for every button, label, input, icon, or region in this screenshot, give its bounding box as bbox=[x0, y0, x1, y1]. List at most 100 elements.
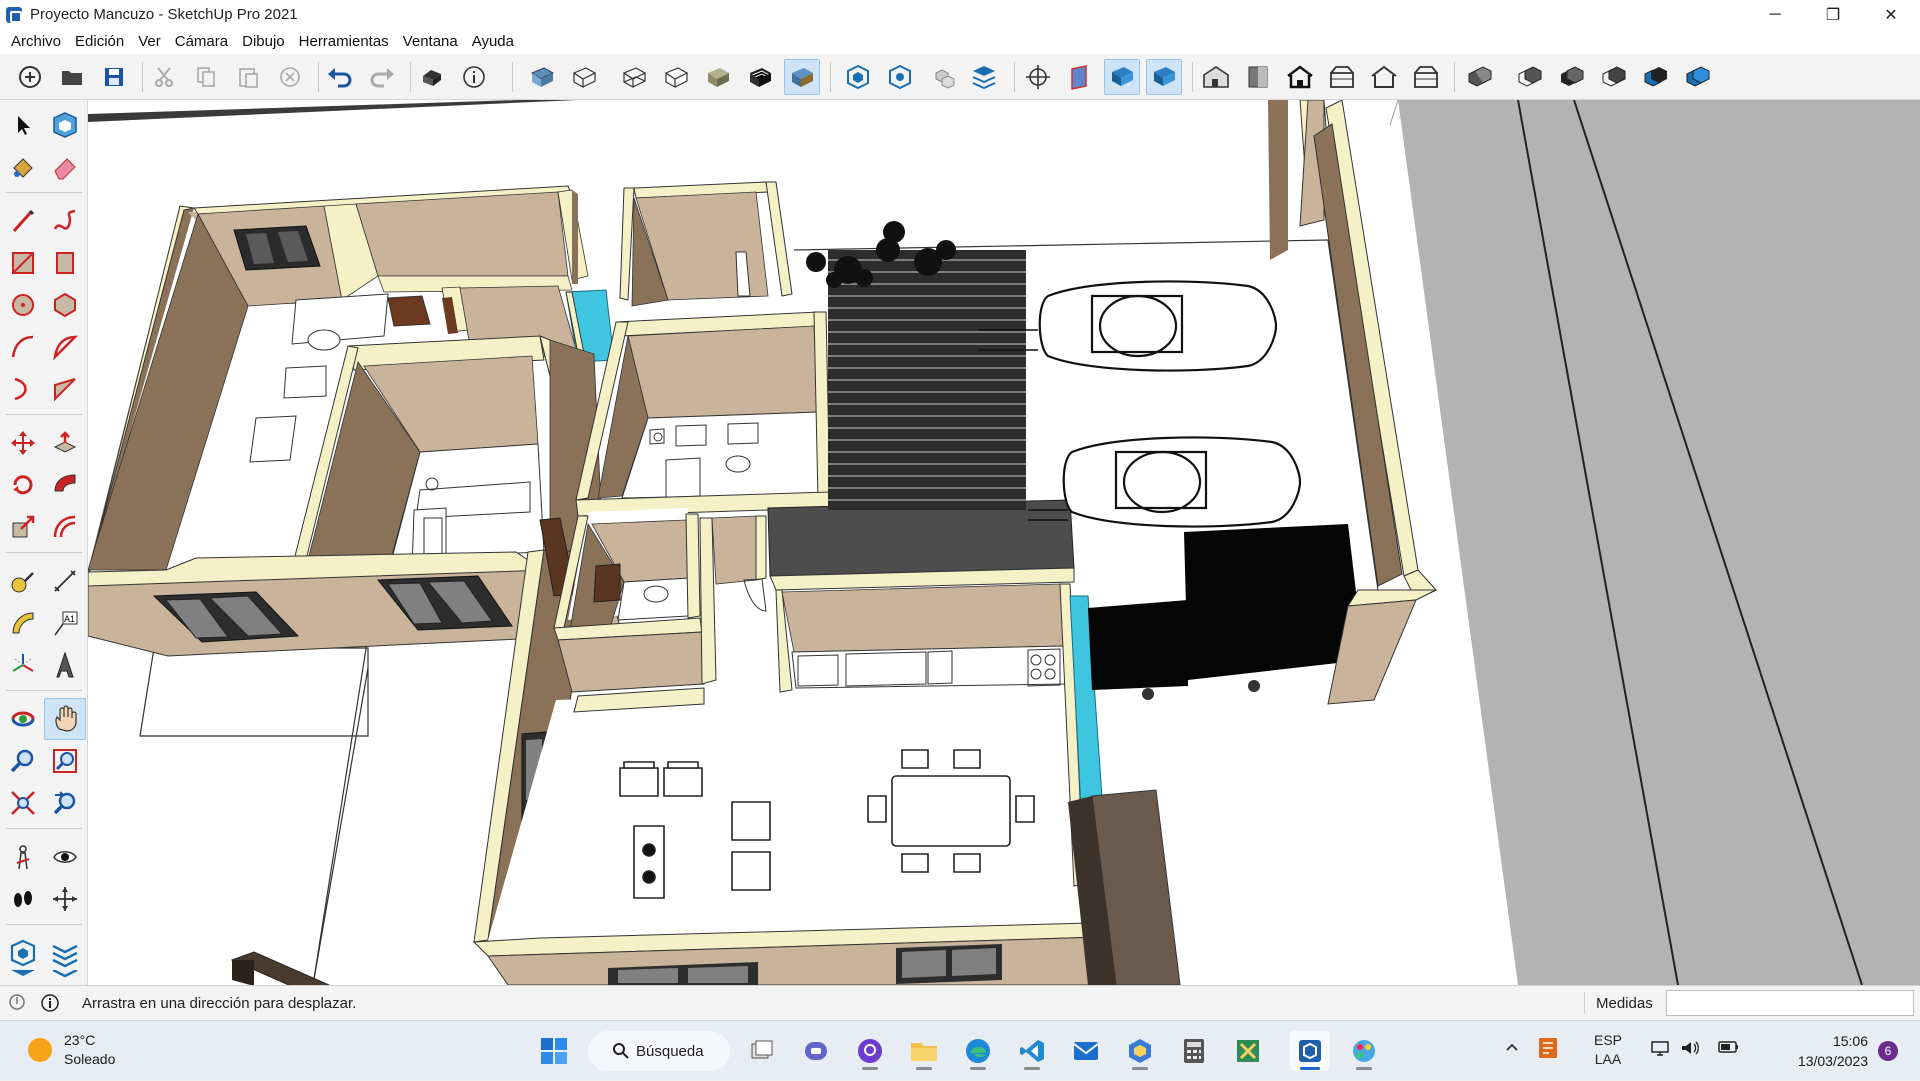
model-info-icon[interactable] bbox=[456, 59, 492, 95]
print-icon[interactable] bbox=[414, 59, 450, 95]
shaded-icon[interactable] bbox=[700, 59, 736, 95]
wireframe-icon[interactable] bbox=[616, 59, 652, 95]
back-view-icon[interactable] bbox=[1366, 59, 1402, 95]
section-cuts-icon[interactable] bbox=[1146, 59, 1182, 95]
language-indicator[interactable]: ESP LAA bbox=[1594, 1031, 1622, 1069]
geo-location-icon[interactable] bbox=[8, 993, 26, 1017]
vscode-icon[interactable] bbox=[1012, 1031, 1052, 1071]
paste-icon[interactable] bbox=[230, 59, 266, 95]
cut-icon[interactable] bbox=[146, 59, 182, 95]
zoom-extents-icon[interactable] bbox=[4, 784, 42, 822]
circle-icon[interactable] bbox=[4, 286, 42, 324]
pan-icon[interactable] bbox=[44, 698, 86, 740]
file-explorer-icon[interactable] bbox=[904, 1031, 944, 1071]
union-icon[interactable] bbox=[1462, 59, 1498, 95]
calculator-icon[interactable] bbox=[1174, 1031, 1214, 1071]
eraser-icon[interactable] bbox=[46, 148, 84, 186]
menu-ayuda[interactable]: Ayuda bbox=[465, 33, 521, 50]
3d-text-icon[interactable] bbox=[46, 646, 84, 684]
arc-icon[interactable] bbox=[4, 328, 42, 366]
position-camera-icon[interactable] bbox=[4, 838, 42, 876]
pie-icon[interactable] bbox=[46, 328, 84, 366]
snipping-tool-icon[interactable] bbox=[1228, 1031, 1268, 1071]
select-icon[interactable] bbox=[4, 106, 42, 144]
xray-icon[interactable] bbox=[524, 59, 560, 95]
start-button[interactable] bbox=[534, 1031, 574, 1071]
model-viewport[interactable] bbox=[88, 100, 1920, 985]
zoom-icon[interactable] bbox=[4, 742, 42, 780]
zoom-window-icon[interactable] bbox=[46, 742, 84, 780]
move-icon[interactable] bbox=[4, 424, 42, 462]
menu-archivo[interactable]: Archivo bbox=[4, 33, 68, 50]
line-icon[interactable] bbox=[4, 202, 42, 240]
axes-tool-icon[interactable] bbox=[4, 646, 42, 684]
make-component-icon[interactable] bbox=[46, 106, 84, 144]
clock[interactable]: 15:06 13/03/2023 bbox=[1798, 1031, 1868, 1071]
notification-badge[interactable]: 6 bbox=[1878, 1041, 1898, 1061]
section-display-icon[interactable] bbox=[1104, 59, 1140, 95]
section-tool-icon[interactable] bbox=[46, 880, 84, 918]
maximize-button[interactable]: ❐ bbox=[1804, 0, 1862, 29]
task-view-icon[interactable] bbox=[742, 1031, 782, 1071]
orbit-icon[interactable] bbox=[4, 700, 42, 738]
github-icon[interactable] bbox=[850, 1031, 890, 1071]
text-icon[interactable]: A1 bbox=[46, 604, 84, 642]
office-tray-icon[interactable] bbox=[1538, 1037, 1558, 1062]
chevron-up-icon[interactable] bbox=[1504, 1039, 1520, 1058]
freehand-icon[interactable] bbox=[46, 202, 84, 240]
volume-icon[interactable] bbox=[1680, 1039, 1700, 1060]
subtract-icon[interactable] bbox=[1554, 59, 1590, 95]
scale-icon[interactable] bbox=[4, 508, 42, 546]
save-icon[interactable] bbox=[96, 59, 132, 95]
paint-icon[interactable] bbox=[1344, 1031, 1384, 1071]
previous-view-icon[interactable] bbox=[46, 784, 84, 822]
minimize-button[interactable]: ─ bbox=[1746, 0, 1804, 29]
solid-tools-icon[interactable] bbox=[4, 934, 42, 972]
menu-camara[interactable]: Cámara bbox=[168, 33, 235, 50]
look-around-icon[interactable] bbox=[46, 838, 84, 876]
mail-icon[interactable] bbox=[1066, 1031, 1106, 1071]
left-view-icon[interactable] bbox=[1408, 59, 1444, 95]
close-button[interactable]: ✕ bbox=[1862, 0, 1920, 29]
front-view-icon[interactable] bbox=[1282, 59, 1318, 95]
walk-icon[interactable] bbox=[4, 880, 42, 918]
top-view-icon[interactable] bbox=[1240, 59, 1276, 95]
axes-icon[interactable] bbox=[1020, 59, 1056, 95]
tape-measure-icon[interactable] bbox=[4, 562, 42, 600]
battery-icon[interactable] bbox=[1718, 1039, 1740, 1058]
menu-ver[interactable]: Ver bbox=[131, 33, 168, 50]
redo-icon[interactable] bbox=[364, 59, 400, 95]
rotated-rectangle-icon[interactable] bbox=[46, 244, 84, 282]
taskbar-search[interactable]: Búsqueda bbox=[588, 1031, 730, 1071]
protractor-icon[interactable] bbox=[4, 604, 42, 642]
component-options-icon[interactable] bbox=[882, 59, 918, 95]
menu-herramientas[interactable]: Herramientas bbox=[292, 33, 396, 50]
polygon-icon[interactable] bbox=[46, 286, 84, 324]
measurements-input[interactable] bbox=[1666, 990, 1914, 1016]
intersect-icon[interactable] bbox=[1512, 59, 1548, 95]
menu-ventana[interactable]: Ventana bbox=[396, 33, 465, 50]
hidden-line-icon[interactable] bbox=[658, 59, 694, 95]
paint-bucket-icon[interactable] bbox=[4, 148, 42, 186]
solid-tools-3-icon[interactable] bbox=[4, 970, 42, 984]
copy-icon[interactable] bbox=[188, 59, 224, 95]
back-edges-icon[interactable] bbox=[566, 59, 602, 95]
component-icon[interactable] bbox=[840, 59, 876, 95]
follow-me-icon[interactable] bbox=[46, 466, 84, 504]
offset-icon[interactable] bbox=[46, 508, 84, 546]
section-plane-icon[interactable] bbox=[1062, 59, 1098, 95]
edge-browser-icon[interactable] bbox=[958, 1031, 998, 1071]
teams-chat-icon[interactable] bbox=[796, 1031, 836, 1071]
new-icon[interactable] bbox=[12, 59, 48, 95]
layers-icon[interactable] bbox=[966, 59, 1002, 95]
shaded-textures-icon[interactable] bbox=[742, 59, 778, 95]
rectangle-icon[interactable] bbox=[4, 244, 42, 282]
component-attributes-icon[interactable] bbox=[924, 59, 960, 95]
right-view-icon[interactable] bbox=[1324, 59, 1360, 95]
rotate-icon[interactable] bbox=[4, 466, 42, 504]
menu-edicion[interactable]: Edición bbox=[68, 33, 131, 50]
solid-tools-4-icon[interactable] bbox=[46, 970, 84, 984]
erase-icon[interactable] bbox=[272, 59, 308, 95]
open-icon[interactable] bbox=[54, 59, 90, 95]
split-icon[interactable] bbox=[1638, 59, 1674, 95]
